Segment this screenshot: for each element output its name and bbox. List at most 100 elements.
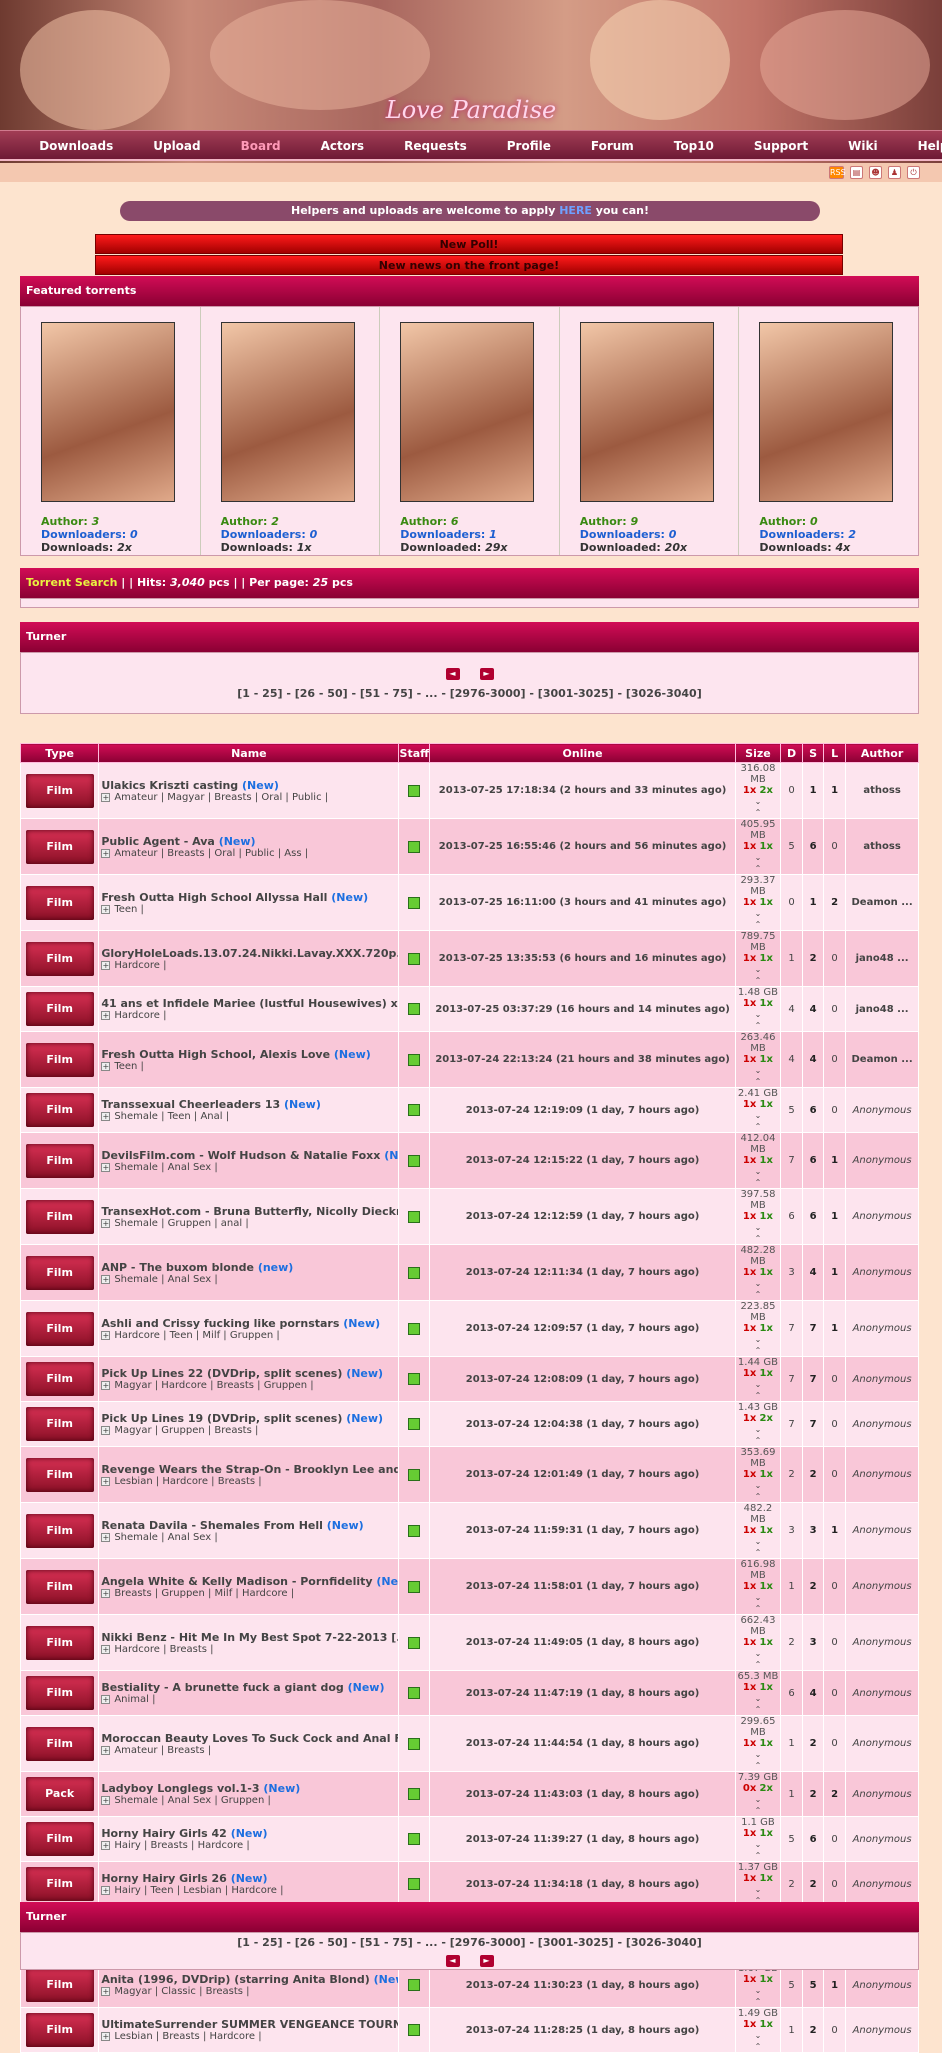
torrent-name-link[interactable]: Public Agent - Ava [101,835,215,848]
category-list[interactable]: Shemale | Anal Sex | [114,1274,217,1285]
featured-thumbnail[interactable] [759,322,894,502]
type-button[interactable]: Film [25,941,94,976]
type-button[interactable]: Film [25,1867,94,1901]
chevron-down-icon[interactable]: ⌄ [755,1223,762,1232]
expand-icon[interactable]: + [101,1426,111,1435]
featured-thumbnail[interactable] [579,322,714,502]
chevron-down-icon[interactable]: ⌄ [755,1481,762,1490]
category-list[interactable]: Hairy | Breasts | Hardcore | [114,1840,249,1851]
category-list[interactable]: Breasts | Gruppen | Milf | Hardcore | [114,1588,294,1599]
type-button[interactable]: Film [25,1362,94,1396]
next-page-icon[interactable]: ► [479,668,494,680]
chevron-down-icon[interactable]: ⌄ [755,853,762,862]
col-type[interactable]: Type [19,743,100,763]
expand-icon[interactable]: + [101,1886,111,1895]
chevron-up-icon[interactable]: ⌃ [755,1122,762,1131]
expand-icon[interactable]: + [101,1476,111,1486]
chevron-down-icon[interactable]: ⌄ [755,1649,762,1658]
category-list[interactable]: Shemale | Anal Sex | [114,1532,217,1543]
nav-helpdesk[interactable]: HelpDesk [898,131,942,159]
expand-icon[interactable]: + [101,2032,111,2041]
type-button[interactable]: Film [25,885,94,920]
type-button[interactable]: Film [25,1199,94,1234]
torrent-name-link[interactable]: Ulakics Kriszti casting [101,779,238,792]
type-button[interactable]: Film [25,773,94,808]
nav-board[interactable]: Board [221,131,301,159]
torrent-name-link[interactable]: ANP - The buxom blonde [101,1261,254,1274]
type-button[interactable]: Film [25,1407,94,1441]
category-list[interactable]: Shemale | Teen | Anal | [114,1111,229,1122]
category-list[interactable]: Hardcore | Teen | Milf | Gruppen | [114,1330,279,1341]
expand-icon[interactable]: + [101,848,111,858]
type-button[interactable]: Film [25,1093,94,1127]
chevron-up-icon[interactable]: ⌃ [755,1234,762,1243]
chevron-down-icon[interactable]: ⌄ [755,1010,762,1019]
category-list[interactable]: Shemale | Anal Sex | [114,1162,217,1173]
type-button[interactable]: Film [25,1143,94,1178]
user-icon[interactable]: ♟ [888,166,901,179]
type-button[interactable]: Film [25,1457,94,1492]
chevron-up-icon[interactable]: ⌃ [755,864,762,873]
author-cell[interactable]: Deamon ... [845,874,919,931]
expand-icon[interactable]: + [101,1274,111,1284]
category-list[interactable]: Teen | [114,904,144,915]
chevron-down-icon[interactable]: ⌄ [755,1885,762,1894]
chevron-up-icon[interactable]: ⌃ [755,1604,762,1613]
site-logo[interactable]: Love Paradise [0,96,942,124]
expand-icon[interactable]: + [101,1162,111,1172]
chevron-up-icon[interactable]: ⌃ [755,1492,762,1501]
chevron-up-icon[interactable]: ⌃ [755,976,762,985]
chevron-up-icon[interactable]: ⌃ [755,808,762,817]
expand-icon[interactable]: + [101,904,111,914]
type-button[interactable]: Film [25,1822,94,1856]
type-button[interactable]: Film [25,1726,94,1761]
new-news-link[interactable]: New news on the front page! [95,255,843,275]
col-l[interactable]: L [823,743,847,763]
author-cell[interactable]: jano48 ... [845,986,919,1032]
torrent-name-link[interactable]: Pick Up Lines 22 (DVDrip, split scenes) [101,1367,342,1380]
page-links[interactable]: [1 - 25] - [26 - 50] - [51 - 75] - ... -… [21,687,918,700]
page-links[interactable]: [1 - 25] - [26 - 50] - [51 - 75] - ... -… [21,1936,918,1949]
torrent-name-link[interactable]: Revenge Wears the Strap-On - Brooklyn Le… [101,1463,398,1476]
nav-home[interactable]: Home [0,131,19,159]
nav-profile[interactable]: Profile [487,131,571,159]
col-staff[interactable]: Staff [398,743,431,763]
chevron-up-icon[interactable]: ⌃ [755,1436,762,1445]
expand-icon[interactable]: + [101,1841,111,1850]
type-button[interactable]: Film [25,1569,94,1604]
chevron-up-icon[interactable]: ⌃ [755,1021,762,1030]
chevron-up-icon[interactable]: ⌃ [755,920,762,929]
category-list[interactable]: Amateur | Breasts | Oral | Public | Ass … [114,848,308,859]
chevron-down-icon[interactable]: ⌄ [755,909,762,918]
type-button[interactable]: Film [25,1968,94,2002]
nav-upload[interactable]: Upload [133,131,220,159]
chevron-down-icon[interactable]: ⌄ [755,1167,762,1176]
nav-support[interactable]: Support [734,131,828,159]
prev-page-icon[interactable]: ◄ [445,1955,460,1967]
category-list[interactable]: Lesbian | Breasts | Hardcore | [114,2031,261,2042]
author-cell[interactable]: Deamon ... [845,1031,919,1088]
torrent-name-link[interactable]: Angela White & Kelly Madison - Pornfidel… [101,1575,372,1588]
torrent-search-link[interactable]: Torrent Search [26,576,117,589]
category-list[interactable]: Animal | [114,1694,155,1705]
chevron-down-icon[interactable]: ⌄ [755,1111,762,1120]
expand-icon[interactable]: + [101,1644,111,1654]
category-list[interactable]: Hairy | Teen | Lesbian | Hardcore | [114,1885,283,1896]
prev-page-icon[interactable]: ◄ [445,668,460,680]
torrent-name-link[interactable]: UltimateSurrender SUMMER VENGEANCE TOURN… [101,2018,398,2031]
type-button[interactable]: Film [25,1676,94,1710]
chevron-up-icon[interactable]: ⌃ [755,2042,762,2051]
chevron-down-icon[interactable]: ⌄ [755,2031,762,2040]
col-online[interactable]: Online [429,743,736,763]
category-list[interactable]: Magyar | Hardcore | Breasts | Gruppen | [114,1380,313,1391]
type-button[interactable]: Film [25,1625,94,1660]
featured-thumbnail[interactable] [220,322,355,502]
category-list[interactable]: Lesbian | Hardcore | Breasts | [114,1476,261,1487]
expand-icon[interactable]: + [101,1011,111,1020]
category-list[interactable]: Magyar | Classic | Breasts | [114,1986,249,1997]
chevron-up-icon[interactable]: ⌃ [755,1761,762,1770]
chevron-up-icon[interactable]: ⌃ [755,1346,762,1355]
expand-icon[interactable]: + [101,792,111,802]
nav-top10[interactable]: Top10 [654,131,734,159]
nav-forum[interactable]: Forum [571,131,654,159]
